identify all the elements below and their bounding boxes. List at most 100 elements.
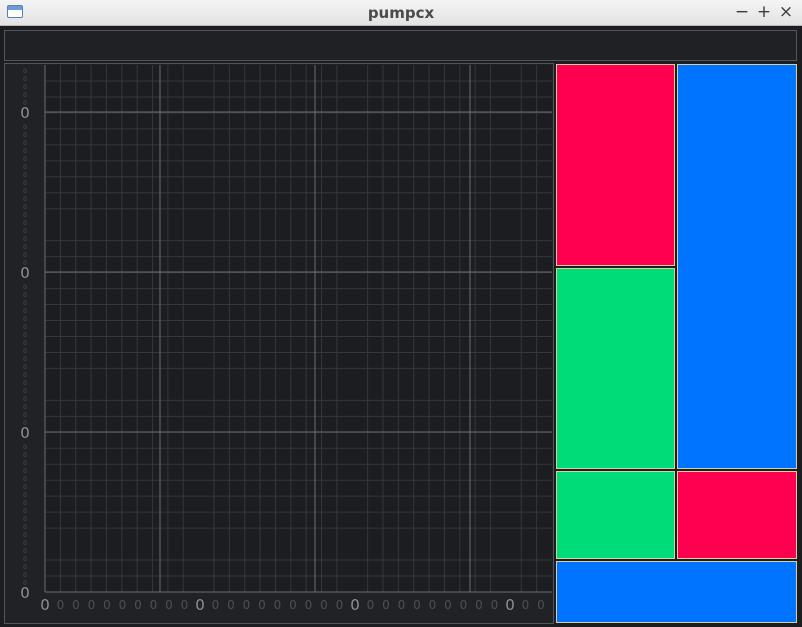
y-tick-label-minor: 0 [23,172,27,179]
y-tick-label-minor: 0 [23,140,27,147]
tile-blue-bottom[interactable] [556,561,797,623]
x-tick-label-minor: 0 [274,598,282,612]
y-tick-label-minor: 0 [23,308,27,315]
y-tick-label-minor: 0 [23,180,27,187]
y-tick-label-minor: 0 [23,164,27,171]
y-tick-label-minor: 0 [23,220,27,227]
x-tick-label-major: 0 [40,596,50,614]
x-tick-label-minor: 0 [243,598,251,612]
window-titlebar: pumpcx − + × [0,0,802,26]
y-tick-label-minor: 0 [23,76,27,83]
y-tick-label-minor: 0 [23,260,27,267]
x-tick-label-minor: 0 [134,598,142,612]
y-tick-label-minor: 0 [23,580,27,587]
y-tick-label-minor: 0 [23,340,27,347]
x-tick-label-minor: 0 [444,598,452,612]
x-tick-label-minor: 0 [57,598,65,612]
y-tick-label-minor: 0 [23,396,27,403]
y-tick-label-minor: 0 [23,244,27,251]
y-tick-label-minor: 0 [23,444,27,451]
y-tick-label-minor: 0 [23,540,27,547]
y-tick-label-minor: 0 [23,420,27,427]
y-tick-label-minor: 0 [23,292,27,299]
x-tick-label-minor: 0 [491,598,499,612]
y-tick-label-minor: 0 [23,548,27,555]
x-tick-label-minor: 0 [413,598,421,612]
y-tick-label-minor: 0 [23,412,27,419]
y-tick-label-minor: 0 [23,564,27,571]
y-tick-label-minor: 0 [23,316,27,323]
y-tick-label-minor: 0 [23,300,27,307]
x-tick-label-minor: 0 [429,598,437,612]
plot-area [45,65,552,592]
close-button[interactable]: × [777,2,795,22]
x-tick-label-minor: 0 [212,598,220,612]
y-tick-label-minor: 0 [23,452,27,459]
y-tick-label-minor: 0 [23,332,27,339]
x-tick-label-minor: 0 [522,598,530,612]
y-tick-label-minor: 0 [23,324,27,331]
x-tick-label-minor: 0 [320,598,328,612]
x-tick-label-major: 0 [350,596,360,614]
plot-panel: 0000000000000000000000000000000000000000… [4,63,554,624]
x-tick-label-minor: 0 [475,598,483,612]
tile-blue-tall[interactable] [677,64,797,469]
toolbar-panel [4,30,797,61]
y-tick-label-minor: 0 [23,532,27,539]
minimize-button[interactable]: − [733,2,751,22]
y-tick-label-minor: 0 [23,516,27,523]
y-tick-label-minor: 0 [23,156,27,163]
y-tick-label-minor: 0 [23,252,27,259]
y-tick-label-minor: 0 [23,132,27,139]
y-tick-label-minor: 0 [23,348,27,355]
x-tick-label-minor: 0 [258,598,266,612]
x-tick-label-minor: 0 [305,598,313,612]
maximize-button[interactable]: + [755,2,773,22]
y-tick-label-minor: 0 [23,148,27,155]
x-tick-label-minor: 0 [227,598,235,612]
y-tick-label-minor: 0 [23,356,27,363]
y-tick-label-minor: 0 [23,476,27,483]
x-tick-label-minor: 0 [181,598,189,612]
y-tick-label-minor: 0 [23,196,27,203]
x-tick-label-minor: 0 [165,598,173,612]
x-tick-label-minor: 0 [398,598,406,612]
y-tick-label-minor: 0 [23,484,27,491]
y-tick-label-minor: 0 [23,236,27,243]
y-tick-label-minor: 0 [23,188,27,195]
y-tick-label-minor: 0 [23,492,27,499]
y-tick-label-minor: 0 [23,212,27,219]
y-tick-label-minor: 0 [23,228,27,235]
y-tick-label-minor: 0 [23,508,27,515]
tile-red-top[interactable] [556,64,675,266]
x-tick-label-minor: 0 [367,598,375,612]
x-tick-label-minor: 0 [336,598,344,612]
x-tick-label-major: 0 [195,596,205,614]
x-tick-label-minor: 0 [460,598,468,612]
window-title: pumpcx [367,4,435,22]
x-tick-label-minor: 0 [537,598,545,612]
y-tick-label-minor: 0 [23,388,27,395]
x-tick-label-minor: 0 [88,598,96,612]
y-tick-label-minor: 0 [23,500,27,507]
tile-green-middle[interactable] [556,268,675,469]
y-tick-label-minor: 0 [23,460,27,467]
y-tick-label-minor: 0 [23,92,27,99]
y-tick-label-minor: 0 [23,380,27,387]
y-tick-label-minor: 0 [23,84,27,91]
x-tick-label-minor: 0 [382,598,390,612]
y-tick-label-minor: 0 [23,100,27,107]
tile-green-small[interactable] [556,471,675,559]
y-tick-label-minor: 0 [23,404,27,411]
plot-canvas[interactable]: 0 0 0 00 0 0 0 0 0 0 0 0 0 0 0 0 0 0 0 0 0 0 0 0 0 0 0 0 0 0 0 00000000… [5,64,553,623]
tile-red-small[interactable] [677,471,797,559]
y-tick-label-minor: 0 [23,572,27,579]
y-tick-label-minor: 0 [23,468,27,475]
x-tick-label-minor: 0 [103,598,111,612]
y-tick-label-minor: 0 [23,124,27,131]
y-tick-label-minor: 0 [23,68,27,75]
x-tick-label-minor: 0 [119,598,127,612]
x-tick-label-minor: 0 [150,598,158,612]
y-tick-label-minor: 0 [23,372,27,379]
x-tick-label-minor: 0 [72,598,80,612]
